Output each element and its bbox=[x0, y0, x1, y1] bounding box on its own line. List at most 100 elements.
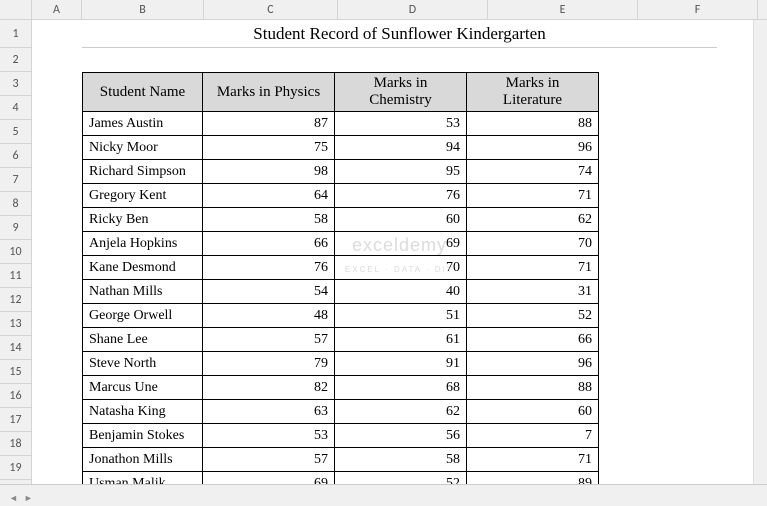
row-header-9[interactable]: 9 bbox=[0, 216, 31, 240]
cell-literature[interactable]: 31 bbox=[467, 280, 599, 304]
row-header-2[interactable]: 2 bbox=[0, 48, 31, 72]
row-header-6[interactable]: 6 bbox=[0, 144, 31, 168]
cell-name[interactable]: Usman Malik bbox=[83, 472, 203, 485]
table-row: Nicky Moor759496 bbox=[83, 136, 599, 160]
col-header-b[interactable]: B bbox=[82, 0, 204, 19]
row-header-13[interactable]: 13 bbox=[0, 312, 31, 336]
row-header-12[interactable]: 12 bbox=[0, 288, 31, 312]
col-header-a[interactable]: A bbox=[32, 0, 82, 19]
cell-literature[interactable]: 66 bbox=[467, 328, 599, 352]
cell-name[interactable]: Shane Lee bbox=[83, 328, 203, 352]
vertical-scrollbar[interactable] bbox=[753, 20, 767, 484]
cell-physics[interactable]: 64 bbox=[203, 184, 335, 208]
row-header-17[interactable]: 17 bbox=[0, 408, 31, 432]
cell-chemistry[interactable]: 76 bbox=[335, 184, 467, 208]
row-header-5[interactable]: 5 bbox=[0, 120, 31, 144]
cell-literature[interactable]: 71 bbox=[467, 448, 599, 472]
cell-literature[interactable]: 96 bbox=[467, 352, 599, 376]
row-header-14[interactable]: 14 bbox=[0, 336, 31, 360]
cell-literature[interactable]: 62 bbox=[467, 208, 599, 232]
header-literature[interactable]: Marks in Literature bbox=[467, 73, 599, 112]
sheet-nav-next-icon[interactable]: ► bbox=[21, 493, 36, 504]
cell-chemistry[interactable]: 52 bbox=[335, 472, 467, 485]
cell-name[interactable]: Nicky Moor bbox=[83, 136, 203, 160]
cell-literature[interactable]: 74 bbox=[467, 160, 599, 184]
row-header-10[interactable]: 10 bbox=[0, 240, 31, 264]
cell-literature[interactable]: 52 bbox=[467, 304, 599, 328]
header-chemistry[interactable]: Marks in Chemistry bbox=[335, 73, 467, 112]
cell-chemistry[interactable]: 51 bbox=[335, 304, 467, 328]
cell-chemistry[interactable]: 53 bbox=[335, 112, 467, 136]
cell-physics[interactable]: 53 bbox=[203, 424, 335, 448]
cell-name[interactable]: Richard Simpson bbox=[83, 160, 203, 184]
cell-chemistry[interactable]: 40 bbox=[335, 280, 467, 304]
cell-literature[interactable]: 70 bbox=[467, 232, 599, 256]
cell-physics[interactable]: 76 bbox=[203, 256, 335, 280]
row-header-11[interactable]: 11 bbox=[0, 264, 31, 288]
cell-name[interactable]: Kane Desmond bbox=[83, 256, 203, 280]
cell-physics[interactable]: 57 bbox=[203, 448, 335, 472]
row-header-3[interactable]: 3 bbox=[0, 72, 31, 96]
cell-name[interactable]: Natasha King bbox=[83, 400, 203, 424]
cell-name[interactable]: Jonathon Mills bbox=[83, 448, 203, 472]
cell-chemistry[interactable]: 62 bbox=[335, 400, 467, 424]
col-header-d[interactable]: D bbox=[338, 0, 488, 19]
cell-literature[interactable]: 71 bbox=[467, 256, 599, 280]
cell-chemistry[interactable]: 70 bbox=[335, 256, 467, 280]
cell-literature[interactable]: 88 bbox=[467, 376, 599, 400]
table-row: Marcus Une826888 bbox=[83, 376, 599, 400]
cell-physics[interactable]: 69 bbox=[203, 472, 335, 485]
cell-literature[interactable]: 7 bbox=[467, 424, 599, 448]
cell-chemistry[interactable]: 56 bbox=[335, 424, 467, 448]
cell-name[interactable]: Gregory Kent bbox=[83, 184, 203, 208]
row-header-15[interactable]: 15 bbox=[0, 360, 31, 384]
row-header-8[interactable]: 8 bbox=[0, 192, 31, 216]
cell-literature[interactable]: 88 bbox=[467, 112, 599, 136]
col-header-f[interactable]: F bbox=[638, 0, 758, 19]
cell-physics[interactable]: 48 bbox=[203, 304, 335, 328]
cell-physics[interactable]: 58 bbox=[203, 208, 335, 232]
cell-chemistry[interactable]: 60 bbox=[335, 208, 467, 232]
cell-name[interactable]: Anjela Hopkins bbox=[83, 232, 203, 256]
cell-name[interactable]: Steve North bbox=[83, 352, 203, 376]
cell-physics[interactable]: 79 bbox=[203, 352, 335, 376]
cell-chemistry[interactable]: 95 bbox=[335, 160, 467, 184]
cell-chemistry[interactable]: 69 bbox=[335, 232, 467, 256]
cell-name[interactable]: Ricky Ben bbox=[83, 208, 203, 232]
cells-area[interactable]: Student Record of Sunflower Kindergarten… bbox=[32, 20, 767, 484]
cell-name[interactable]: George Orwell bbox=[83, 304, 203, 328]
row-header-18[interactable]: 18 bbox=[0, 432, 31, 456]
cell-physics[interactable]: 87 bbox=[203, 112, 335, 136]
cell-literature[interactable]: 89 bbox=[467, 472, 599, 485]
row-header-19[interactable]: 19 bbox=[0, 456, 31, 480]
cell-name[interactable]: Benjamin Stokes bbox=[83, 424, 203, 448]
row-header-1[interactable]: 1 bbox=[0, 20, 31, 48]
col-header-e[interactable]: E bbox=[488, 0, 638, 19]
row-header-7[interactable]: 7 bbox=[0, 168, 31, 192]
col-header-c[interactable]: C bbox=[204, 0, 338, 19]
sheet-nav-prev-icon[interactable]: ◄ bbox=[6, 493, 21, 504]
cell-name[interactable]: Marcus Une bbox=[83, 376, 203, 400]
header-name[interactable]: Student Name bbox=[83, 73, 203, 112]
header-physics[interactable]: Marks in Physics bbox=[203, 73, 335, 112]
cell-physics[interactable]: 66 bbox=[203, 232, 335, 256]
cell-chemistry[interactable]: 94 bbox=[335, 136, 467, 160]
cell-literature[interactable]: 60 bbox=[467, 400, 599, 424]
cell-chemistry[interactable]: 58 bbox=[335, 448, 467, 472]
cell-chemistry[interactable]: 61 bbox=[335, 328, 467, 352]
cell-physics[interactable]: 57 bbox=[203, 328, 335, 352]
cell-literature[interactable]: 96 bbox=[467, 136, 599, 160]
cell-chemistry[interactable]: 68 bbox=[335, 376, 467, 400]
cell-physics[interactable]: 75 bbox=[203, 136, 335, 160]
cell-name[interactable]: Nathan Mills bbox=[83, 280, 203, 304]
cell-physics[interactable]: 98 bbox=[203, 160, 335, 184]
select-all-corner[interactable] bbox=[0, 0, 32, 20]
row-header-16[interactable]: 16 bbox=[0, 384, 31, 408]
cell-physics[interactable]: 63 bbox=[203, 400, 335, 424]
cell-chemistry[interactable]: 91 bbox=[335, 352, 467, 376]
cell-literature[interactable]: 71 bbox=[467, 184, 599, 208]
cell-name[interactable]: James Austin bbox=[83, 112, 203, 136]
cell-physics[interactable]: 82 bbox=[203, 376, 335, 400]
row-header-4[interactable]: 4 bbox=[0, 96, 31, 120]
cell-physics[interactable]: 54 bbox=[203, 280, 335, 304]
